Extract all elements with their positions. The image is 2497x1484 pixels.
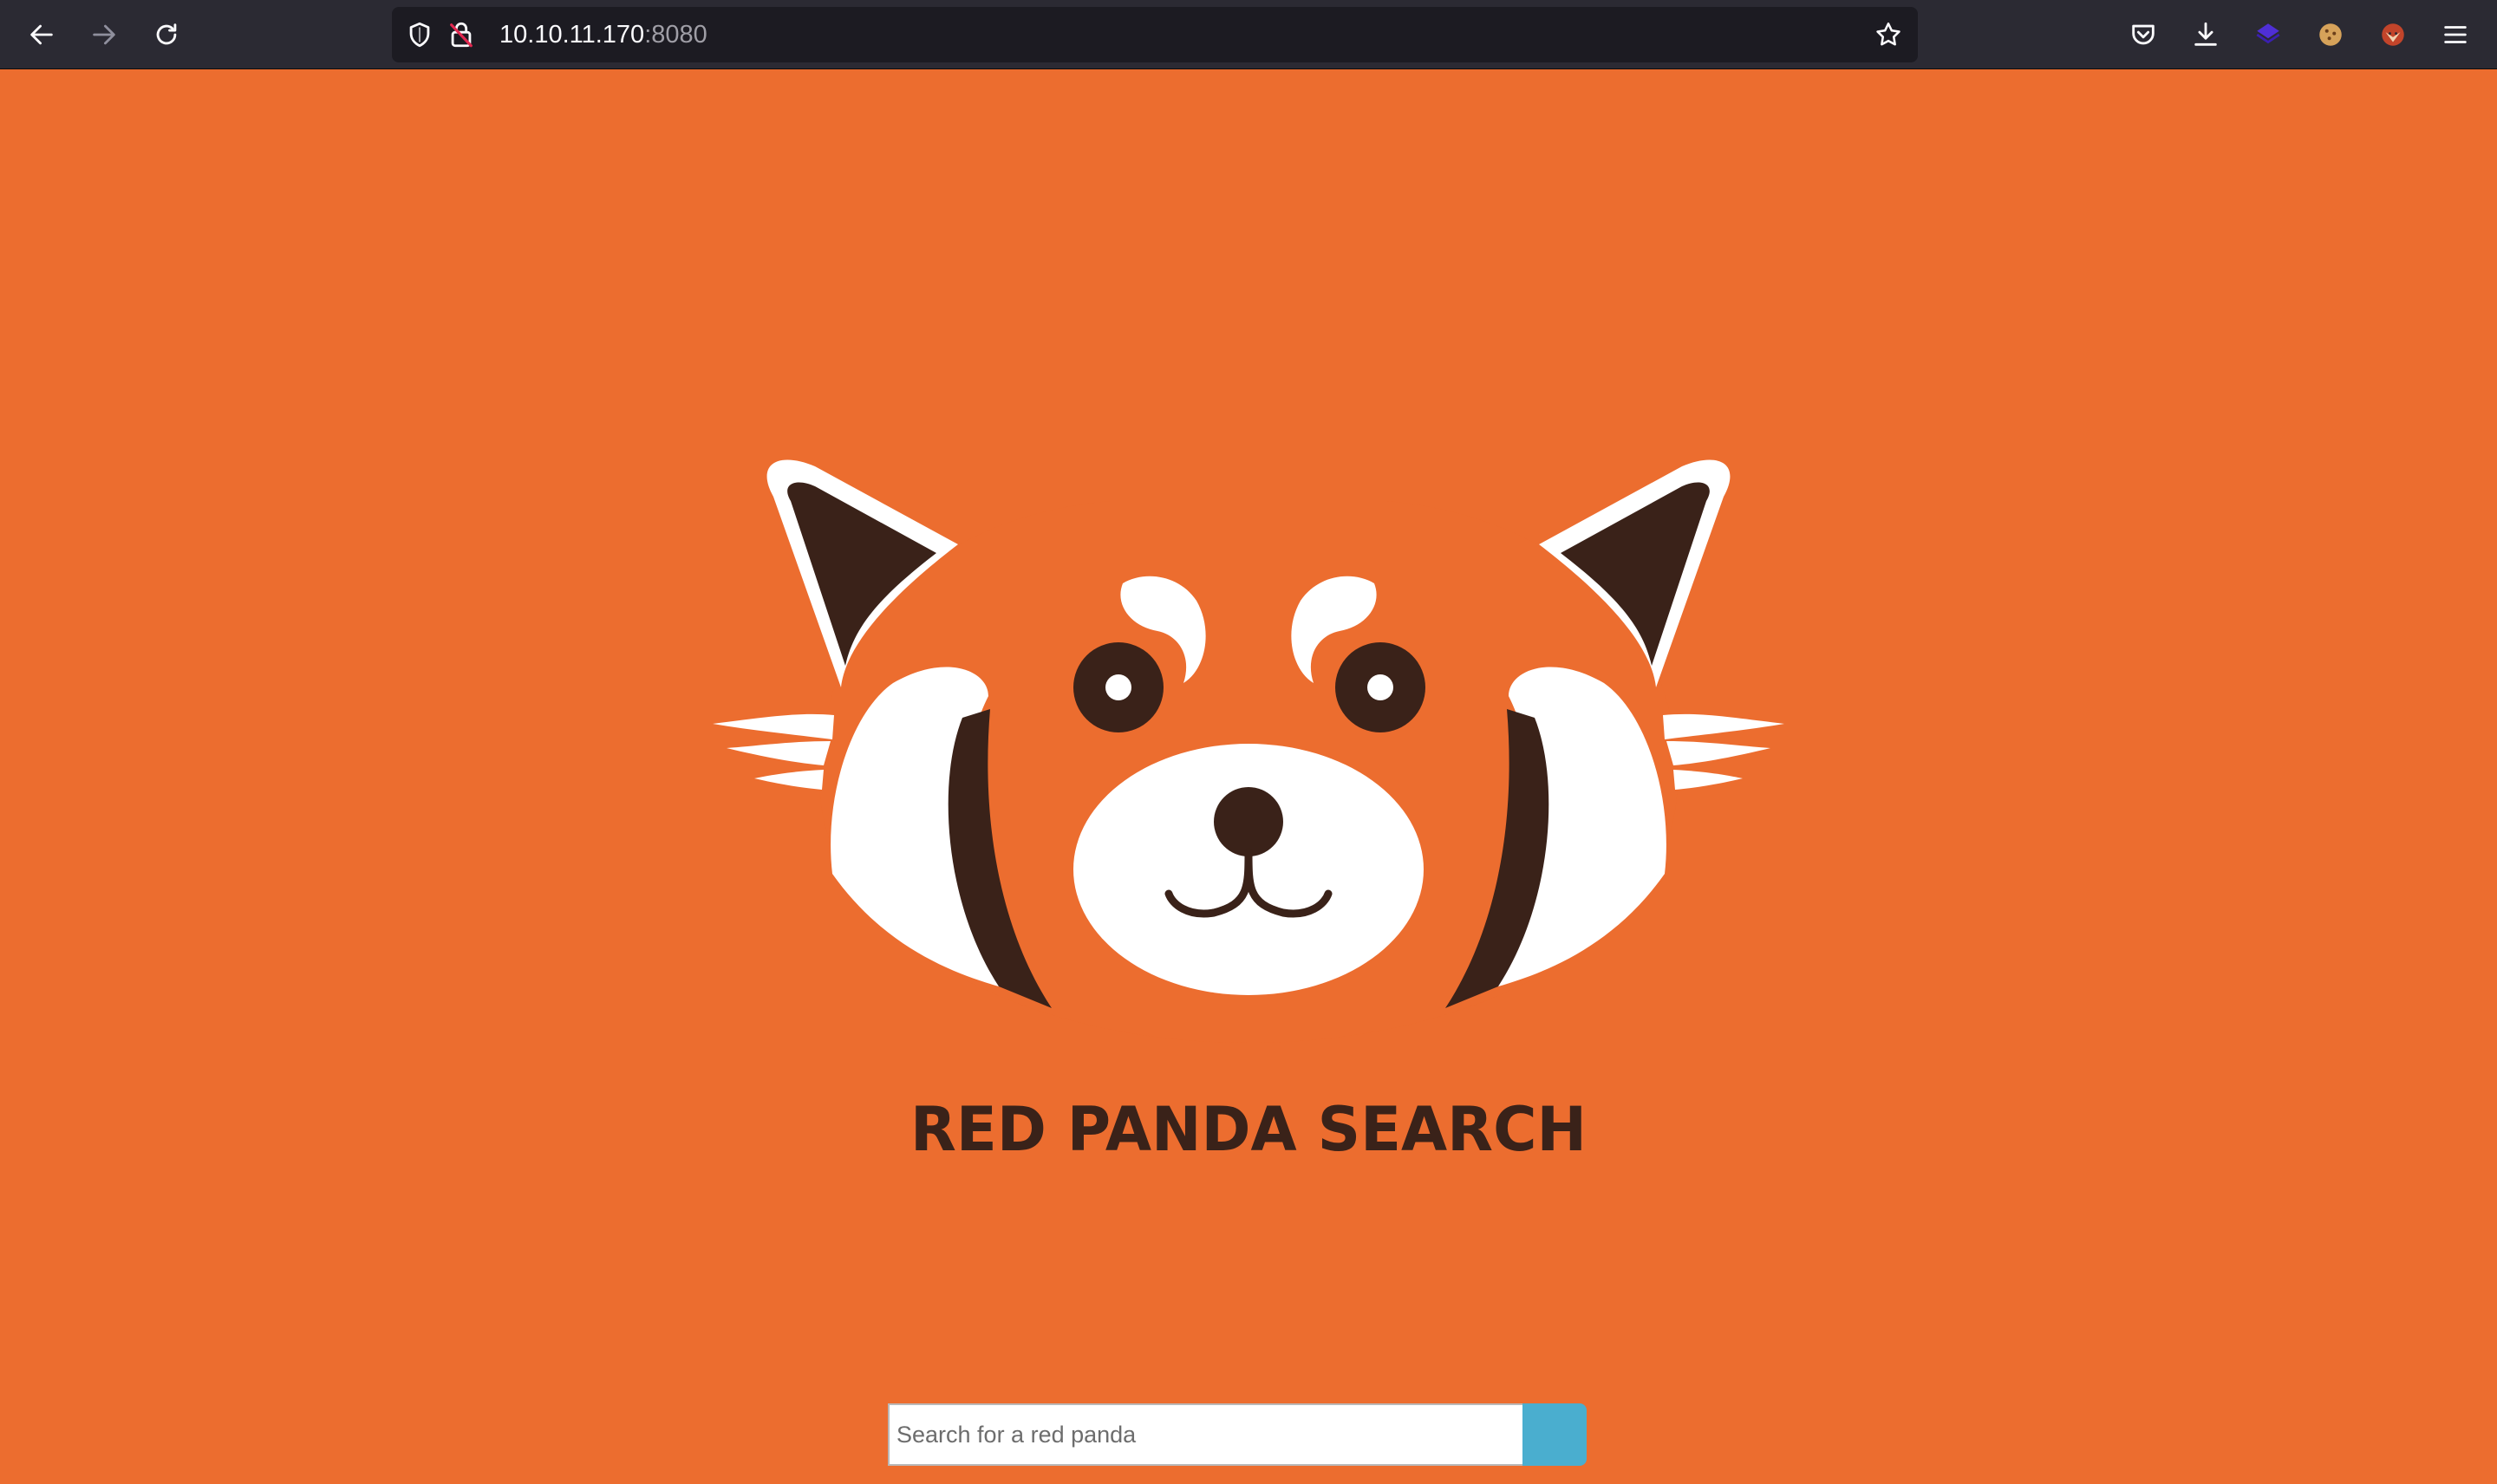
cookie-extension-button[interactable] — [2308, 12, 2353, 57]
cookie-icon — [2319, 23, 2342, 46]
page-body: RED PANDA SEARCH — [0, 70, 2497, 1484]
forward-arrow-icon — [93, 24, 115, 45]
logo-title-text: RED PANDA SEARCH — [910, 1094, 1587, 1161]
panda-left-eye — [1073, 642, 1164, 732]
panda-nose — [1214, 787, 1283, 856]
back-arrow-icon — [30, 24, 53, 45]
menu-button[interactable] — [2433, 12, 2478, 57]
red-panda-logo — [713, 459, 1784, 1043]
reload-button[interactable] — [144, 12, 189, 57]
bookmark-star-icon[interactable] — [1873, 19, 1904, 50]
search-form — [888, 1403, 1587, 1466]
address-bar[interactable]: 10.10.11.170:8080 — [392, 7, 1918, 62]
panda-right-whiskers — [1663, 713, 1784, 790]
back-button[interactable] — [19, 12, 64, 57]
url-host: 10.10.11.170 — [499, 21, 645, 49]
logo-title: RED PANDA SEARCH — [910, 1094, 1587, 1161]
extension-icon — [2256, 23, 2280, 44]
downloads-button[interactable] — [2183, 12, 2228, 57]
url-text[interactable]: 10.10.11.170:8080 — [499, 7, 707, 62]
fox-extension-icon — [2382, 23, 2404, 46]
browser-toolbar: 10.10.11.170:8080 — [0, 0, 2497, 69]
search-input[interactable] — [888, 1403, 1524, 1466]
panda-left-whiskers — [713, 713, 834, 790]
extension-button[interactable] — [2246, 12, 2291, 57]
forward-button[interactable] — [81, 12, 127, 57]
search-button[interactable] — [1522, 1403, 1587, 1466]
hamburger-menu-icon — [2444, 26, 2467, 43]
downloads-icon — [2194, 22, 2217, 46]
fox-extension-button[interactable] — [2370, 12, 2416, 57]
url-port: :8080 — [644, 21, 707, 49]
pocket-button[interactable] — [2121, 12, 2166, 57]
reload-icon — [156, 23, 177, 45]
pocket-icon — [2132, 24, 2155, 45]
insecure-connection-lock-icon[interactable] — [446, 19, 477, 50]
panda-right-eye — [1335, 642, 1425, 732]
tracking-protection-shield-icon[interactable] — [404, 19, 435, 50]
